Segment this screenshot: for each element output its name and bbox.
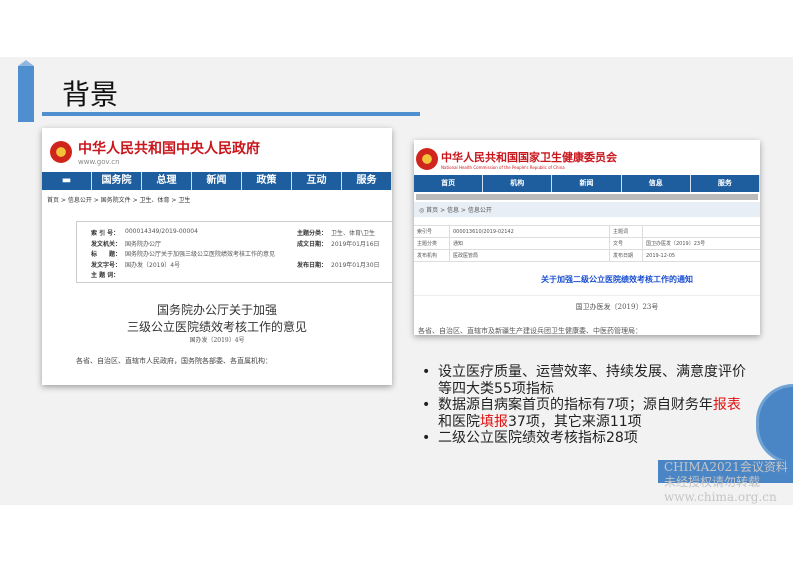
meta-table: 索引号 000013610/2019-02142 主题词 主题分类 通知 文号 国卫办医发〔… <box>414 225 760 262</box>
breadcrumb: 首页 > 信息公开 > 国务院文件 > 卫生、体育 > 卫生 <box>47 197 191 204</box>
meta-row: 主题分类 通知 文号 国卫办医发〔2019〕23号 <box>414 238 760 250</box>
bullet-text: 和医院 <box>438 413 480 430</box>
bullet-list: 设立医疗质量、运营效率、持续发展、满意度评价等四大类55项指标数据源自病案首页的… <box>420 364 750 447</box>
bullet-text: 设立医疗质量、运营效率、持续发展、满意度评价等四大类55项指标 <box>438 364 746 397</box>
bullet-text: 数据源自病案首页的指标有7项；源自财务年 <box>438 397 713 413</box>
doc-number: 国卫办医发〔2019〕23号 <box>575 303 659 311</box>
meta-row: 发布机构 医政医管局 发布日期 2019-12-05 <box>414 250 760 262</box>
nav-item[interactable]: 国务院 <box>92 172 142 190</box>
meta-label: 发文机关： <box>91 240 122 248</box>
site-url: www.gov.cn <box>78 158 120 166</box>
doc-number: 国办发〔2019〕4号 <box>189 337 245 344</box>
decorative-circle <box>756 384 793 464</box>
title-underline <box>42 112 420 116</box>
nav-item[interactable]: 互动 <box>292 172 342 190</box>
nav-item[interactable]: 服务 <box>691 175 761 192</box>
national-emblem-icon <box>416 148 438 170</box>
meta-value: 2019-12-05 <box>646 253 676 259</box>
meta-label: 成文日期： <box>297 240 328 248</box>
title-accent-bar <box>18 60 34 122</box>
nav-item[interactable]: 政策 <box>242 172 292 190</box>
doc-title: 关于加强二级公立医院绩效考核工作的通知 <box>414 262 760 296</box>
nav-item[interactable]: 首页 <box>414 175 484 192</box>
meta-label <box>297 249 331 260</box>
meta-value: 医政医管局 <box>450 250 610 261</box>
slide: 背景 中华人民共和国中央人民政府 www.gov.cn ▬ 国务院 总理 新闻 … <box>0 57 793 505</box>
watermark: CHIMA2021会议资料 未经授权请勿转载 www.chima.org.cn <box>664 460 788 504</box>
bullet-text: 二级公立医院绩效考核指标28项 <box>438 430 638 446</box>
highlighted-text: 填报 <box>480 413 508 430</box>
site-nav: ▬ 国务院 总理 新闻 政策 互动 服务 <box>42 172 392 190</box>
meta-label: 发文字号： <box>91 261 122 269</box>
meta-label <box>297 270 331 281</box>
bullet-item: 数据源自病案首页的指标有7项；源自财务年报表和医院填报37项，其它来源11项 <box>420 397 750 430</box>
bullet-item: 二级公立医院绩效考核指标28项 <box>420 430 750 447</box>
meta-label: 发布日期： <box>297 261 328 269</box>
meta-value: 国办发〔2019〕4号 <box>125 261 181 269</box>
breadcrumb: ◎ 首页 > 信息 > 信息公开 <box>414 202 760 217</box>
meta-value: 通知 <box>450 238 610 249</box>
meta-value <box>125 270 297 281</box>
meta-value: 2019年01月16日 <box>331 240 380 248</box>
meta-label: 主 题 词： <box>91 272 120 279</box>
meta-label: 主题分类 <box>414 238 450 249</box>
meta-value <box>643 226 646 237</box>
national-emblem-icon <box>50 141 72 163</box>
meta-label: 索 引 号： <box>91 230 120 237</box>
meta-label: 主题分类： <box>297 230 328 237</box>
slide-title: 背景 <box>62 78 119 111</box>
meta-value: 国务院办公厅关于加强三级公立医院绩效考核工作的意见 <box>125 251 276 258</box>
meta-label: 索引号 <box>414 226 450 237</box>
nav-item[interactable]: 信息 <box>622 175 691 192</box>
site-name-en: National Health Commission of the People… <box>441 164 565 170</box>
meta-row: 索 引 号： 000014349/2019-00004 主题分类： 卫生、体育\卫生 <box>91 228 392 239</box>
site-name: 中华人民共和国国家卫生健康委员会 <box>441 150 617 164</box>
meta-value: 000014349/2019-00004 <box>125 228 198 235</box>
salutation: 各省、自治区、直辖市及新疆生产建设兵团卫生健康委、中医药管理局： <box>418 327 642 335</box>
meta-label: 标 题： <box>91 251 122 258</box>
meta-label: 主题词 <box>610 226 643 237</box>
meta-value: 2019年01月30日 <box>331 261 380 269</box>
meta-value: 国卫办医发〔2019〕23号 <box>646 241 706 247</box>
bullet-item: 设立医疗质量、运营效率、持续发展、满意度评价等四大类55项指标 <box>420 364 750 397</box>
meta-value: 000013610/2019-02142 <box>450 226 610 237</box>
meta-row: 索引号 000013610/2019-02142 主题词 <box>414 226 760 238</box>
doc-title-line2: 三级公立医院绩效考核工作的意见 <box>126 320 307 334</box>
location-icon: ◎ <box>419 207 425 214</box>
tiananmen-icon: ▬ <box>42 172 92 190</box>
meta-label: 发布机构 <box>414 250 450 261</box>
meta-value: 卫生、体育\卫生 <box>331 230 376 237</box>
site-name: 中华人民共和国中央人民政府 <box>78 141 260 157</box>
salutation: 各省、自治区、直辖市人民政府，国务院各部委、各直属机构： <box>76 357 272 365</box>
meta-row: 主 题 词： <box>91 270 392 281</box>
bullet-text: 37项，其它来源11项 <box>508 413 642 430</box>
doc-title-line1: 国务院办公厅关于加强 <box>156 303 277 317</box>
highlighted-text: 报表 <box>712 397 741 413</box>
meta-row: 标 题： 国务院办公厅关于加强三级公立医院绩效考核工作的意见 <box>91 249 392 260</box>
meta-label: 文号 <box>610 238 643 249</box>
meta-row: 发文机关： 国务院办公厅 成文日期： 2019年01月16日 <box>91 239 392 250</box>
meta-label: 发布日期 <box>610 250 643 261</box>
meta-table: 索 引 号： 000014349/2019-00004 主题分类： 卫生、体育\卫生发… <box>76 221 392 283</box>
nav-item[interactable]: 服务 <box>342 172 392 190</box>
nhc-document-screenshot: 中华人民共和国国家卫生健康委员会 National Health Commiss… <box>414 140 761 335</box>
meta-row: 发文字号： 国办发〔2019〕4号 发布日期： 2019年01月30日 <box>91 260 392 271</box>
nav-item[interactable]: 总理 <box>142 172 192 190</box>
gov-document-screenshot: 中华人民共和国中央人民政府 www.gov.cn ▬ 国务院 总理 新闻 政策 … <box>42 128 392 385</box>
nav-item[interactable]: 机构 <box>483 175 553 192</box>
nav-item[interactable]: 新闻 <box>192 172 242 190</box>
nav-item[interactable]: 新闻 <box>552 175 622 192</box>
site-nav: 首页 机构 新闻 信息 服务 <box>414 175 761 192</box>
scrollbar[interactable] <box>416 194 758 200</box>
meta-value: 国务院办公厅 <box>125 240 162 248</box>
